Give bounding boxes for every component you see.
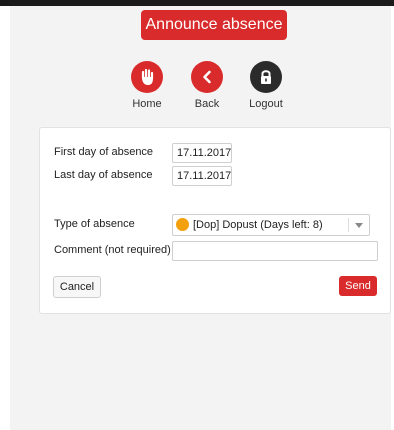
first-day-label: First day of absence (54, 146, 154, 158)
select-divider (348, 218, 349, 232)
app-screen: Announce absence Home Back Logout First … (10, 6, 391, 430)
type-of-absence-label: Type of absence (54, 218, 135, 230)
hand-stop-icon (131, 61, 163, 93)
back-label: Back (194, 98, 220, 110)
type-of-absence-select[interactable]: [Dop] Dopust (Days left: 8) (172, 214, 370, 236)
logout-label: Logout (249, 98, 283, 110)
comment-label: Comment (not required) (54, 244, 171, 256)
first-day-date-field[interactable]: 17.11.2017 (172, 143, 232, 163)
last-day-date-field[interactable]: 17.11.2017 (172, 166, 232, 186)
cancel-button[interactable]: Cancel (53, 276, 101, 298)
send-button[interactable]: Send (339, 276, 377, 296)
chevron-down-icon[interactable] (355, 223, 363, 228)
chevron-left-icon (191, 61, 223, 93)
comment-input[interactable] (172, 241, 378, 261)
lock-icon (250, 61, 282, 93)
home-label: Home (132, 98, 162, 110)
type-of-absence-value: [Dop] Dopust (Days left: 8) (193, 219, 323, 231)
page-title: Announce absence (141, 10, 287, 40)
logout-button[interactable]: Logout (241, 61, 291, 110)
home-button[interactable]: Home (122, 61, 172, 110)
last-day-label: Last day of absence (54, 169, 153, 181)
back-button[interactable]: Back (182, 61, 232, 110)
warning-circle-icon (176, 218, 189, 231)
absence-form-card: First day of absence 17.11.2017 Last day… (39, 127, 391, 314)
